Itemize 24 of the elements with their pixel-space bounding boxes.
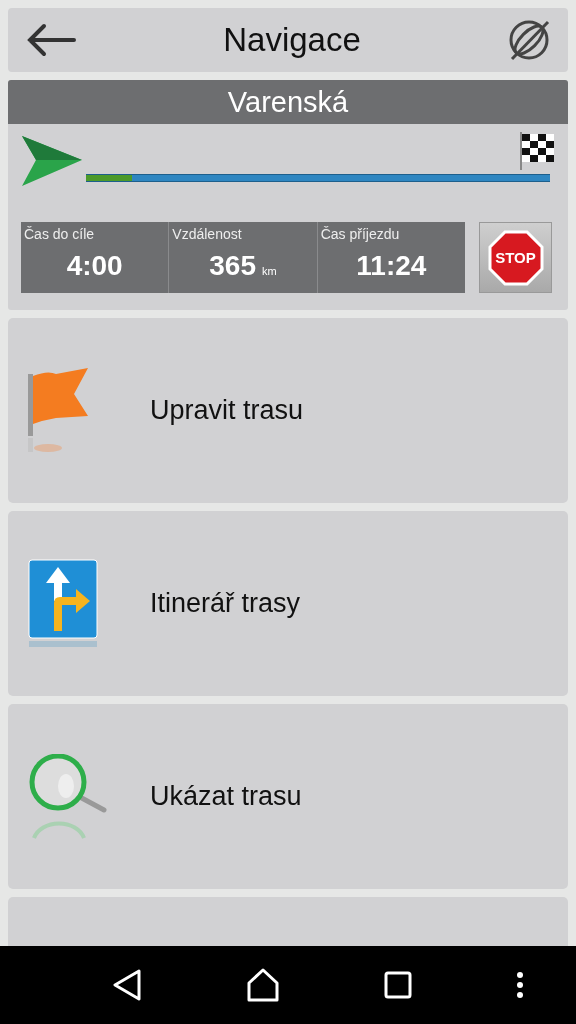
menu-item[interactable]: Itinerář trasy — [8, 511, 568, 696]
finish-flag-icon — [518, 130, 556, 172]
stat-value: 365 — [209, 250, 256, 282]
street-name: Varenská — [8, 80, 568, 124]
screen-title: Navigace — [223, 21, 361, 59]
menu-item[interactable]: Upravit trasu — [8, 318, 568, 503]
stat-label: Vzdálenost — [172, 226, 243, 242]
stat-label: Čas do cíle — [24, 226, 96, 242]
stat-label: Čas příjezdu — [320, 226, 401, 242]
position-arrow-icon — [22, 136, 84, 186]
stat-value: 11:24 — [356, 250, 427, 282]
recents-nav-button[interactable] — [384, 971, 412, 999]
stat-value: 4:00 — [66, 250, 123, 282]
magnifier-icon — [28, 753, 108, 840]
menu-item[interactable]: Ukázat trasu — [8, 704, 568, 889]
crossed-globe-icon[interactable] — [508, 19, 550, 61]
turn-sign-icon — [28, 558, 98, 649]
back-button[interactable] — [26, 23, 76, 57]
stop-button[interactable]: STOP — [479, 222, 552, 293]
flag-icon — [28, 367, 90, 454]
stat-unit: km — [262, 265, 277, 277]
back-nav-button[interactable] — [112, 969, 142, 1001]
more-options-icon[interactable] — [516, 971, 524, 999]
home-nav-button[interactable] — [246, 968, 280, 1002]
